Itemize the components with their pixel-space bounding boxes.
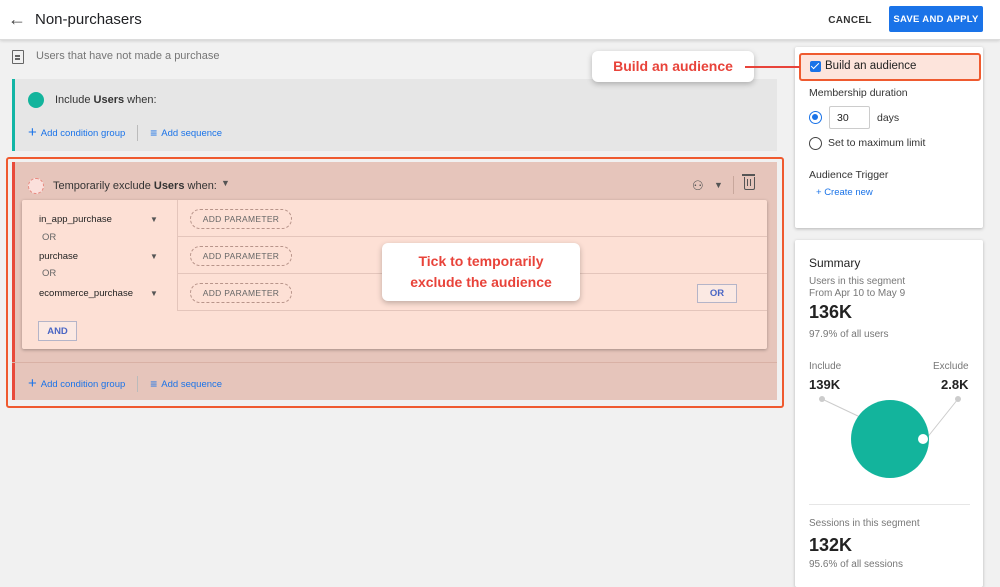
days-input[interactable] bbox=[829, 106, 870, 129]
callout-line-2: exclude the audience bbox=[410, 274, 552, 290]
divider bbox=[137, 125, 139, 141]
save-and-apply-button[interactable]: SAVE AND APPLY bbox=[889, 6, 983, 32]
back-arrow-icon[interactable]: ← bbox=[8, 10, 26, 28]
include-leader-dot bbox=[819, 396, 825, 402]
membership-duration-label: Membership duration bbox=[809, 87, 908, 99]
cancel-button[interactable]: CANCEL bbox=[822, 7, 878, 33]
include-circle bbox=[851, 400, 929, 478]
exclude-leader-dot bbox=[955, 396, 961, 402]
document-icon bbox=[12, 50, 24, 64]
date-range-label: From Apr 10 to May 9 bbox=[809, 288, 906, 299]
build-audience-checkbox[interactable] bbox=[810, 61, 821, 72]
include-label: Include Users when: bbox=[55, 94, 157, 106]
create-new-link[interactable]: + Create new bbox=[816, 187, 873, 198]
callout-line-1: Tick to temporarily bbox=[418, 253, 544, 269]
top-bar: ← Non-purchasers CANCEL SAVE AND APPLY bbox=[0, 0, 1000, 40]
callout-connector bbox=[745, 66, 800, 68]
add-condition-group-link[interactable]: Add condition group bbox=[41, 128, 126, 139]
build-audience-label[interactable]: Build an audience bbox=[825, 60, 916, 72]
exclude-leader-line bbox=[925, 398, 959, 440]
segment-description[interactable]: Users that have not made a purchase bbox=[36, 50, 219, 62]
include-scope[interactable]: Users bbox=[94, 94, 125, 106]
include-count: 139K bbox=[809, 377, 841, 392]
max-limit-label[interactable]: Set to maximum limit bbox=[828, 137, 925, 149]
plus-icon: + bbox=[28, 124, 37, 141]
include-indicator-icon bbox=[28, 92, 44, 108]
sessions-segment-label: Sessions in this segment bbox=[809, 518, 920, 529]
summary-title: Summary bbox=[809, 256, 861, 270]
users-count: 136K bbox=[809, 302, 853, 322]
include-leader-line bbox=[821, 398, 861, 418]
sessions-count: 132K bbox=[809, 535, 853, 555]
sequence-icon: ≡ bbox=[150, 126, 158, 140]
exclude-circle bbox=[918, 434, 928, 444]
audience-trigger-label: Audience Trigger bbox=[809, 169, 889, 181]
days-radio[interactable] bbox=[809, 111, 822, 124]
build-audience-callout: Build an audience bbox=[592, 51, 754, 82]
page-title: Non-purchasers bbox=[35, 11, 142, 28]
days-unit-label: days bbox=[877, 112, 900, 124]
max-limit-radio[interactable] bbox=[809, 137, 822, 150]
exclude-count: 2.8K bbox=[941, 377, 969, 392]
tick-exclude-callout: Tick to temporarily exclude the audience bbox=[382, 243, 580, 301]
exclude-summary-label: Exclude bbox=[933, 361, 969, 372]
users-segment-label: Users in this segment bbox=[809, 276, 906, 287]
include-exclude-chart bbox=[819, 396, 961, 478]
include-condition-group: Include Users when: + Add condition grou… bbox=[12, 79, 777, 151]
users-percentage: 97.9% of all users bbox=[809, 329, 889, 340]
include-actions: + Add condition group ≡ Add sequence bbox=[28, 125, 222, 141]
add-sequence-link[interactable]: Add sequence bbox=[161, 128, 222, 139]
include-summary-label: Include bbox=[809, 361, 842, 372]
sessions-percentage: 95.6% of all sessions bbox=[809, 559, 903, 570]
divider bbox=[809, 504, 970, 505]
